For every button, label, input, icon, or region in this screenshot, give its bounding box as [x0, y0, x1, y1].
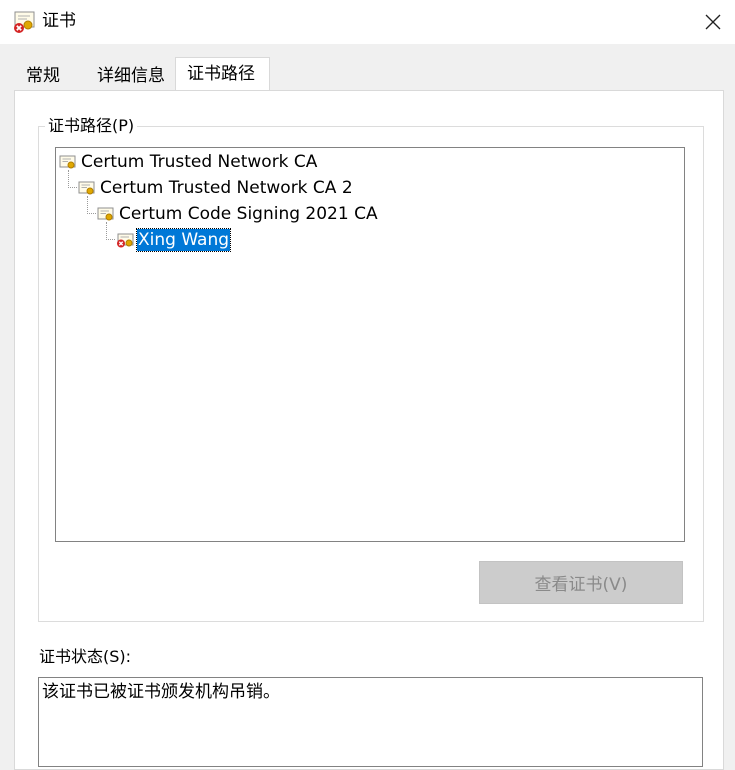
tree-item-label: Xing Wang: [135, 228, 232, 252]
close-icon: [705, 14, 720, 30]
close-button[interactable]: [690, 0, 735, 44]
cert-status-label: 证书状态(S):: [39, 647, 132, 666]
certificate-icon: [97, 207, 114, 221]
certificate-revoked-icon: [117, 233, 134, 248]
tree-item-code-signing-ca[interactable]: Certum Code Signing 2021 CA: [97, 202, 379, 226]
view-certificate-button[interactable]: 查看证书(V): [479, 561, 683, 604]
tree-item-label: Certum Trusted Network CA: [81, 152, 318, 172]
tree-item-root-ca[interactable]: Certum Trusted Network CA: [59, 150, 318, 174]
certificate-revoked-icon: [14, 11, 35, 33]
certificate-icon: [78, 181, 95, 195]
title-bar: 证书: [0, 0, 735, 44]
certificate-icon: [59, 155, 76, 169]
tree-item-label: Certum Code Signing 2021 CA: [119, 204, 378, 224]
tab-certification-path[interactable]: 证书路径: [175, 57, 270, 91]
tab-certification-path-label: 证书路径: [187, 64, 255, 84]
tree-item-intermediate-ca[interactable]: Certum Trusted Network CA 2: [78, 176, 354, 200]
cert-path-group-label: 证书路径(P): [45, 116, 138, 136]
cert-status-box[interactable]: 该证书已被证书颁发机构吊销。: [38, 677, 703, 767]
tree-item-end-entity[interactable]: Xing Wang: [116, 228, 232, 252]
tree-item-label: Certum Trusted Network CA 2: [100, 178, 353, 198]
cert-status-text: 该证书已被证书颁发机构吊销。: [42, 682, 280, 702]
window-title: 证书: [42, 11, 76, 31]
cert-path-tree[interactable]: Certum Trusted Network CA Certum Trusted…: [55, 147, 685, 542]
tab-general[interactable]: 常规: [26, 66, 60, 86]
tab-details[interactable]: 详细信息: [97, 66, 165, 86]
